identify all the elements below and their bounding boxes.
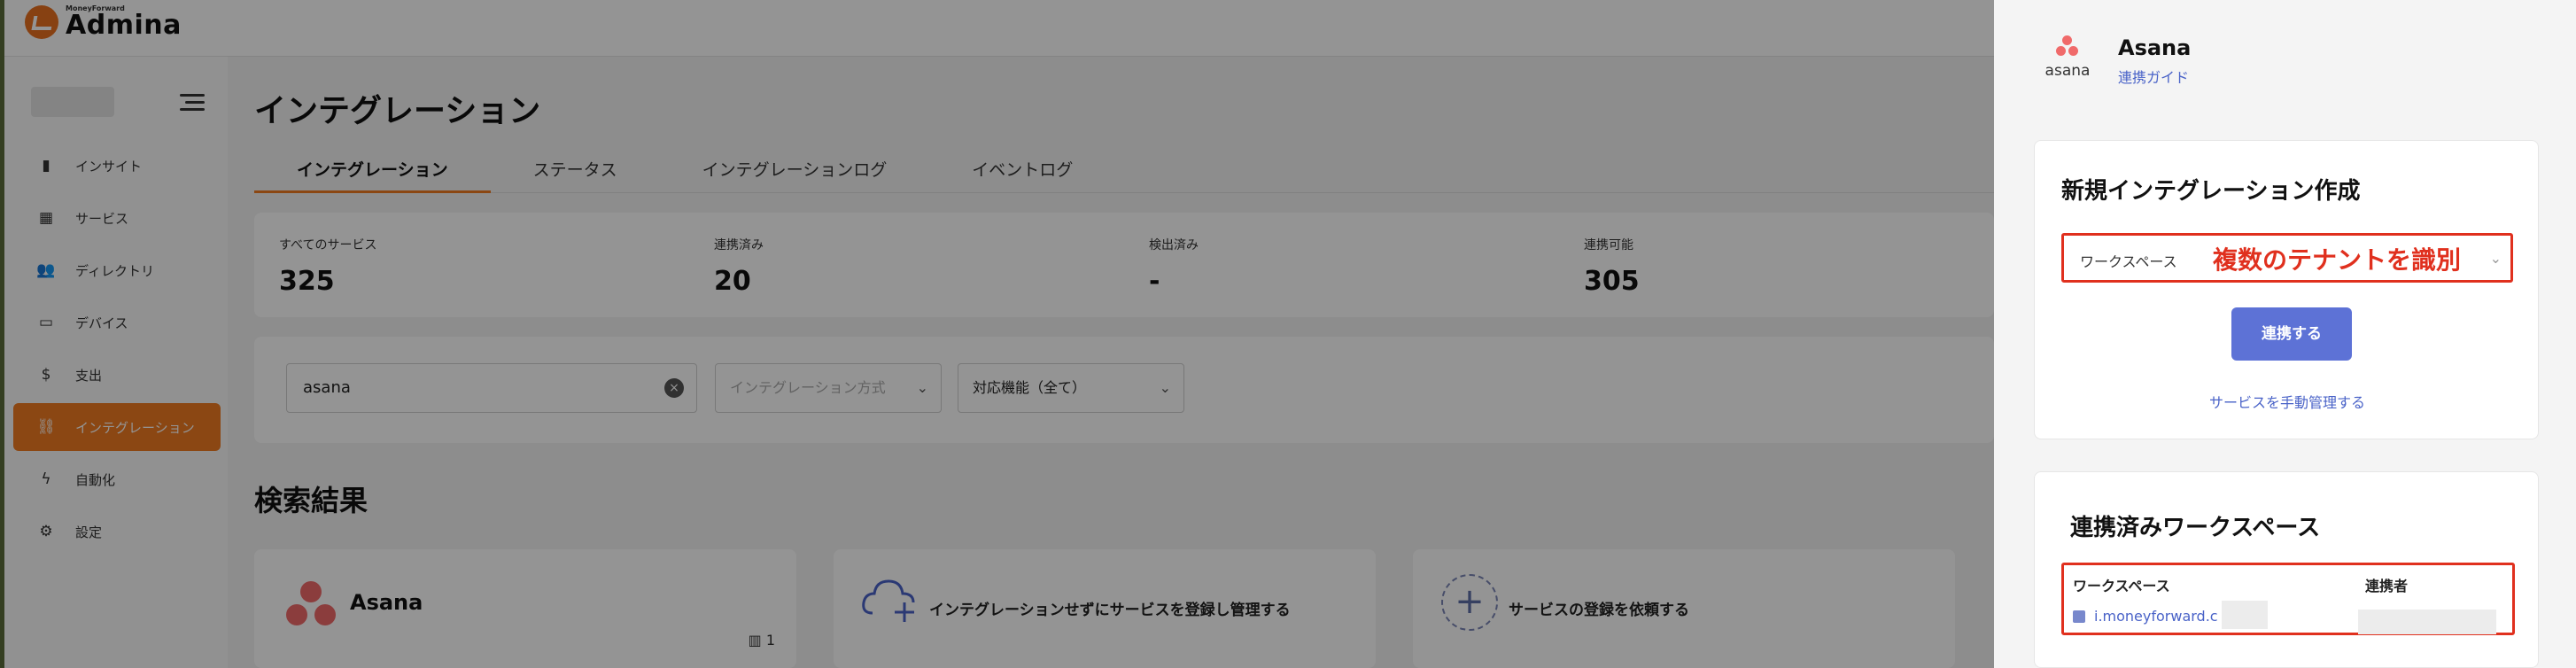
manual-manage-link[interactable]: サービスを手動管理する [2035,391,2540,412]
building-icon [2073,610,2085,623]
asana-wordmark: asana [2045,62,2091,80]
new-integration-title: 新規インテグレーション作成 [2061,178,2361,205]
workspace-select[interactable]: ワークスペース 複数のテナントを識別 ⌄ [2061,233,2513,283]
service-title: Asana [2118,35,2192,60]
integration-drawer: asana Asana 連携ガイド 新規インテグレーション作成 ワークスペース … [1994,0,2576,668]
asana-dots-icon [2055,35,2080,58]
column-header-connector: 連携者 [2365,578,2409,594]
chevron-down-icon: ⌄ [2489,250,2502,267]
workspace-name: i.moneyforward.c [2094,608,2218,625]
integration-guide-link[interactable]: 連携ガイド [2118,66,2191,87]
workspaces-table: ワークスペース 連携者 i.moneyforward.c [2061,563,2515,635]
modal-backdrop[interactable] [0,0,1994,668]
connect-button[interactable]: 連携する [2231,307,2352,361]
redacted-area [2222,601,2268,629]
annotation-text: 複数のテナントを識別 [2213,245,2462,275]
new-integration-card: 新規インテグレーション作成 ワークスペース 複数のテナントを識別 ⌄ 連携する … [2034,140,2539,439]
connected-workspaces-card: 連携済みワークスペース ワークスペース 連携者 i.moneyforward.c [2034,471,2539,668]
workspace-select-label: ワークスペース [2080,253,2177,270]
column-header-workspace: ワークスペース [2073,578,2170,594]
workspace-link[interactable]: i.moneyforward.c [2073,608,2218,625]
drawer-header: asana Asana 連携ガイド [2038,35,2191,87]
connected-workspaces-title: 連携済みワークスペース [2070,515,2321,541]
redacted-connector [2358,610,2496,634]
asana-logo: asana [2038,35,2097,80]
